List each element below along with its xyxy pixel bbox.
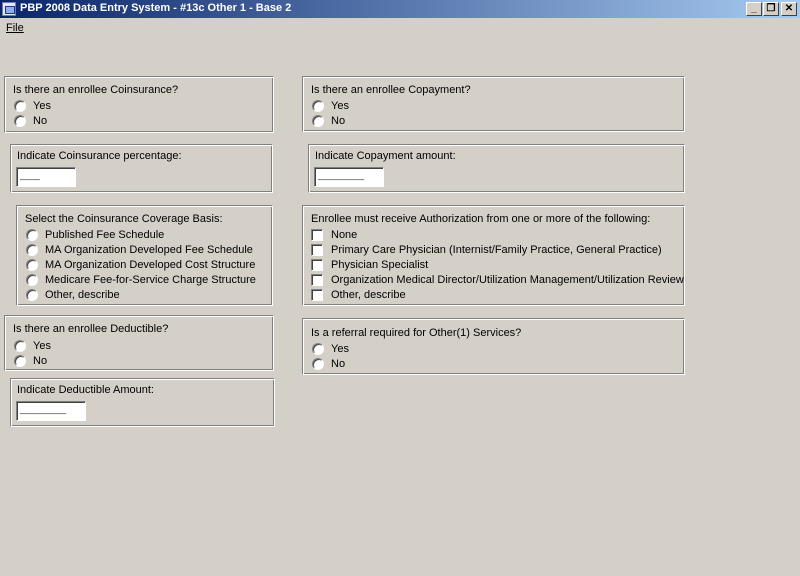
referral-yes-label: Yes [331,343,349,355]
coverage-basis-option-3: Medicare Fee-for-Service Charge Structur… [45,274,256,286]
coverage-basis-radio-1[interactable] [26,244,38,256]
copayment-yes-radio[interactable] [312,100,324,112]
title-bar[interactable]: PBP 2008 Data Entry System - #13c Other … [0,0,800,18]
menu-bar: File [0,19,800,37]
deductible-no-label: No [33,355,48,367]
coverage-basis-option-0: Published Fee Schedule [45,229,165,241]
deductible-question: Is there an enrollee Deductible? [13,323,169,335]
restore-button[interactable]: ❐ [763,2,779,16]
authorization-option-2: Physician Specialist [331,259,429,271]
authorization-checkbox-4[interactable] [311,289,323,301]
copayment-group: Is there an enrollee Copayment? Yes No [302,76,685,132]
coverage-basis-radio-0[interactable] [26,229,38,241]
authorization-checkbox-1[interactable] [311,244,323,256]
referral-no-label: No [331,358,346,370]
coinsurance-percentage-group: Indicate Coinsurance percentage: ___ [10,144,273,193]
coinsurance-percentage-label: Indicate Coinsurance percentage: [17,150,182,162]
copayment-amount-label: Indicate Copayment amount: [315,150,456,162]
deductible-amount-input[interactable]: _______ [16,401,86,421]
close-button[interactable]: ✕ [781,2,797,16]
coinsurance-yes-radio[interactable] [14,100,26,112]
coverage-basis-option-1: MA Organization Developed Fee Schedule [45,244,253,256]
deductible-group: Is there an enrollee Deductible? Yes No [4,315,274,371]
authorization-label: Enrollee must receive Authorization from… [311,213,651,225]
deductible-amount-group: Indicate Deductible Amount: _______ [10,378,275,427]
copayment-question: Is there an enrollee Copayment? [311,84,471,96]
coinsurance-question: Is there an enrollee Coinsurance? [13,84,179,96]
authorization-option-1: Primary Care Physician (Internist/Family… [331,244,662,256]
minimize-button[interactable]: _ [746,2,762,16]
deductible-no-radio[interactable] [14,355,26,367]
authorization-checkbox-3[interactable] [311,274,323,286]
coinsurance-no-label: No [33,115,48,127]
coverage-basis-radio-2[interactable] [26,259,38,271]
coverage-basis-option-2: MA Organization Developed Cost Structure [45,259,256,271]
deductible-amount-label: Indicate Deductible Amount: [17,384,154,396]
authorization-group: Enrollee must receive Authorization from… [302,205,685,306]
copayment-no-radio[interactable] [312,115,324,127]
copayment-amount-group: Indicate Copayment amount: _______ [308,144,685,193]
coverage-basis-radio-4[interactable] [26,289,38,301]
referral-question: Is a referral required for Other(1) Serv… [311,327,522,339]
authorization-option-4: Other, describe [331,289,406,301]
deductible-yes-label: Yes [33,340,51,352]
coinsurance-percentage-input[interactable]: ___ [16,167,76,187]
coverage-basis-group: Select the Coinsurance Coverage Basis: P… [16,205,273,306]
authorization-option-3: Organization Medical Director/Utilizatio… [331,274,684,286]
window-title: PBP 2008 Data Entry System - #13c Other … [20,2,292,14]
app-icon[interactable] [2,2,16,16]
authorization-option-0: None [331,229,358,241]
coinsurance-no-radio[interactable] [14,115,26,127]
copayment-amount-input[interactable]: _______ [314,167,384,187]
coinsurance-group: Is there an enrollee Coinsurance? Yes No [4,76,274,133]
referral-yes-radio[interactable] [312,343,324,355]
menu-file[interactable]: File [6,22,24,34]
authorization-checkbox-0[interactable] [311,229,323,241]
referral-group: Is a referral required for Other(1) Serv… [302,318,685,375]
coverage-basis-radio-3[interactable] [26,274,38,286]
coinsurance-yes-label: Yes [33,100,51,112]
deductible-yes-radio[interactable] [14,340,26,352]
referral-no-radio[interactable] [312,358,324,370]
authorization-checkbox-2[interactable] [311,259,323,271]
coverage-basis-option-4: Other, describe [45,289,120,301]
copayment-yes-label: Yes [331,100,349,112]
coverage-basis-label: Select the Coinsurance Coverage Basis: [25,213,223,225]
copayment-no-label: No [331,115,346,127]
